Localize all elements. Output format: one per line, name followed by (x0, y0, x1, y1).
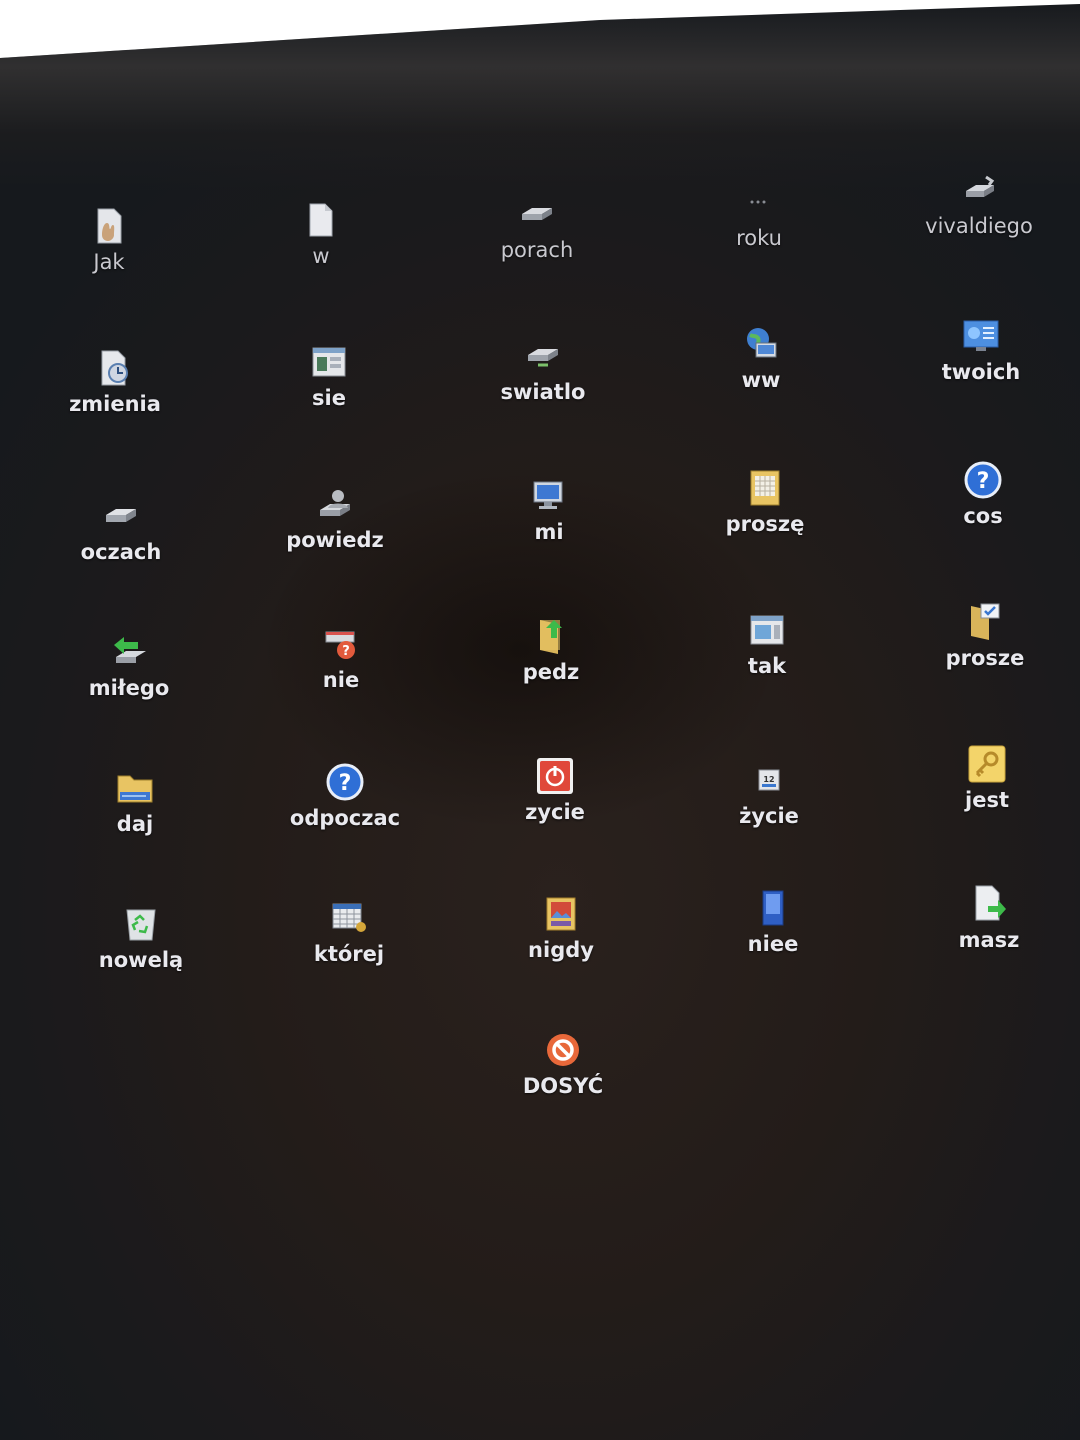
power-icon (535, 756, 575, 796)
blue-card-icon (753, 888, 793, 928)
folder-arrow-icon (531, 616, 571, 656)
key-icon (967, 744, 1007, 784)
desktop-icon-label: zmienia (69, 392, 161, 416)
blank-document-icon (301, 200, 341, 240)
folder-icon (115, 768, 155, 808)
desktop-icon-pedz[interactable]: pedz (476, 616, 626, 684)
desktop-icon-label: prosze (945, 646, 1025, 670)
desktop-icon-label: swiatlo (500, 380, 586, 404)
desktop-icon-nowela[interactable]: nowelą (66, 904, 216, 972)
desktop-icon-label: sie (312, 386, 346, 410)
desktop-icon-odpoczac[interactable]: ? odpoczac (270, 762, 420, 830)
desktop-icon-label: proszę (725, 512, 805, 536)
desktop-icon-niee[interactable]: niee (698, 888, 848, 956)
help-icon: ? (325, 762, 365, 802)
network-globe-icon (741, 324, 781, 364)
desktop-icon-cos[interactable]: ? cos (908, 460, 1058, 528)
calendar-icon (745, 468, 785, 508)
desktop-icon-prosze-1[interactable]: proszę (690, 468, 840, 536)
desktop-icon-label: miłego (88, 676, 170, 700)
desktop-icon-milego[interactable]: miłego (54, 632, 204, 700)
computer-icon (529, 476, 569, 516)
desktop-icon-sie[interactable]: sie (254, 342, 404, 410)
small-dots-icon (739, 182, 779, 222)
hand-document-icon (89, 206, 129, 246)
desktop-icon-zycie-1[interactable]: zycie (480, 756, 630, 824)
desktop-icon-label: nigdy (528, 938, 594, 962)
svg-text:?: ? (339, 771, 352, 796)
svg-text:?: ? (342, 644, 350, 659)
desktop-icon-swiatlo[interactable]: swiatlo (468, 336, 618, 404)
desktop-icon-label: masz (958, 928, 1020, 952)
svg-text:12: 12 (763, 775, 774, 784)
desktop-icon-label: oczach (80, 540, 162, 564)
desktop-icon-label: jest (965, 788, 1009, 812)
desktop-icon-nigdy[interactable]: nigdy (486, 894, 636, 962)
desktop-icon-label: DOSYĆ (522, 1074, 604, 1098)
desktop-icon-label: nie (322, 668, 360, 692)
clock-document-icon (95, 348, 135, 388)
desktop-icon-label: niee (747, 932, 799, 956)
desktop-icon-label: zycie (525, 800, 585, 824)
desktop-icon-tak[interactable]: tak (692, 610, 842, 678)
desktop-icon-label: mi (534, 520, 564, 544)
user-cd-icon (315, 484, 355, 524)
drive-icon (517, 194, 557, 234)
badge-icon: 12 (749, 760, 789, 800)
drive-icon (101, 496, 141, 536)
network-drive-icon (523, 336, 563, 376)
desktop-icon-label: życie (739, 804, 799, 828)
desktop-icon-label: odpoczac (289, 806, 401, 830)
desktop-icon-label: ww (741, 368, 781, 392)
window-icon (747, 610, 787, 650)
desktop-icon-ww[interactable]: ww (686, 324, 836, 392)
spreadsheet-icon (329, 898, 369, 938)
desktop-icon-daj[interactable]: daj (60, 768, 210, 836)
desktop-icon-label: daj (116, 812, 154, 836)
green-arrow-icon (109, 632, 149, 672)
desktop-icon-porach[interactable]: porach (462, 194, 612, 262)
svg-text:?: ? (977, 469, 990, 494)
desktop-icon-masz[interactable]: masz (914, 884, 1064, 952)
desktop-icon-label: twoich (941, 360, 1021, 384)
network-drive-icon (959, 170, 999, 210)
picture-icon (541, 894, 581, 934)
desktop-icon-jak[interactable]: Jak (34, 206, 184, 274)
desktop-icon-prosze-2[interactable]: prosze (910, 602, 1060, 670)
desktop-icon-label: nowelą (98, 948, 184, 972)
desktop-icon-dosyc[interactable]: DOSYĆ (488, 1030, 638, 1098)
desktop-icon-label: cos (963, 504, 1003, 528)
control-panel-icon (961, 316, 1001, 356)
desktop-icon-label: porach (500, 238, 574, 262)
desktop-icon-label: tak (747, 654, 787, 678)
desktop-icon-label: vivaldiego (925, 214, 1033, 238)
desktop-icon-label: Jak (93, 250, 125, 274)
desktop-icon-roku[interactable]: roku (684, 182, 834, 250)
desktop-icon-label: roku (736, 226, 782, 250)
desktop-icon-oczach[interactable]: oczach (46, 496, 196, 564)
help-icon: ? (963, 460, 1003, 500)
document-arrow-icon (969, 884, 1009, 924)
desktop-icon-powiedz[interactable]: powiedz (260, 484, 410, 552)
drive-error-icon: ? (321, 624, 361, 664)
window-icon (309, 342, 349, 382)
desktop-icon-vivaldiego[interactable]: vivaldiego (904, 170, 1054, 238)
desktop-icon-zycie-2[interactable]: 12 życie (694, 760, 844, 828)
desktop-icon-mi[interactable]: mi (474, 476, 624, 544)
desktop-icon-twoich[interactable]: twoich (906, 316, 1056, 384)
desktop-icon-nie[interactable]: ? nie (266, 624, 416, 692)
recycle-bin-icon (121, 904, 161, 944)
desktop-icon-label: powiedz (286, 528, 384, 552)
desktop-icon-label: w (312, 244, 330, 268)
desktop-icon-label: pedz (522, 660, 580, 684)
desktop-icon-zmienia[interactable]: zmienia (40, 348, 190, 416)
desktop-icon-jest[interactable]: jest (912, 744, 1062, 812)
desktop-icon-label: której (313, 942, 385, 966)
stop-icon (543, 1030, 583, 1070)
desktop-icon-w[interactable]: w (246, 200, 396, 268)
folder-check-icon (965, 602, 1005, 642)
desktop-icon-ktorej[interactable]: której (274, 898, 424, 966)
monitor-bezel (0, 4, 1080, 190)
